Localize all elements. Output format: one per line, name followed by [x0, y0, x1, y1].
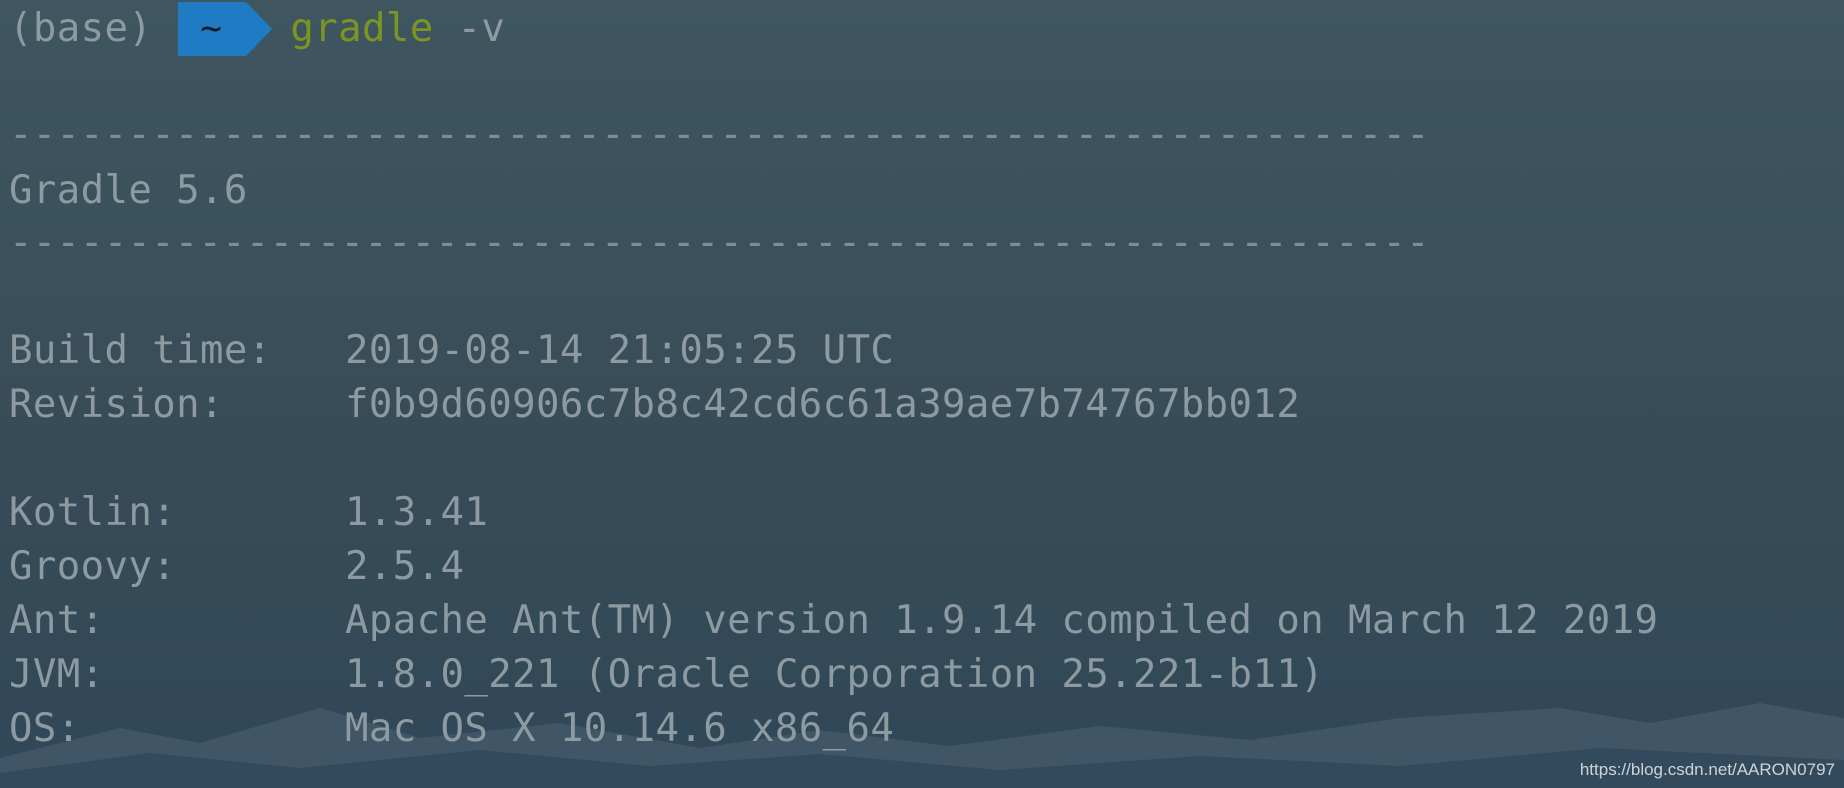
output-row-ant: Ant: Apache Ant(TM) version 1.9.14 compil… [9, 594, 1658, 648]
row-key: Build time: [9, 328, 272, 373]
row-value: Apache Ant(TM) version 1.9.14 compiled o… [345, 598, 1659, 643]
watermark-url: https://blog.csdn.net/AARON0797 [1579, 760, 1835, 779]
output-row-revision: Revision: f0b9d60906c7b8c42cd6c61a39ae7b7… [9, 378, 1300, 432]
row-value: 2019-08-14 21:05:25 UTC [345, 328, 895, 373]
row-key: Kotlin: [9, 490, 177, 535]
current-directory-segment: ~ [178, 2, 273, 56]
row-value: f0b9d60906c7b8c42cd6c61a39ae7b74767bb012 [345, 382, 1301, 427]
row-value: 1.8.0_221 (Oracle Corporation 25.221-b11… [345, 652, 1325, 697]
command-argument: -v [457, 6, 506, 51]
output-row-groovy: Groovy: 2.5.4 [9, 540, 464, 594]
command-name: gradle [290, 6, 434, 51]
row-key: Revision: [9, 382, 224, 427]
row-value: 2.5.4 [345, 544, 465, 589]
output-row-jvm: JVM: 1.8.0_221 (Oracle Corporation 25.221… [9, 648, 1324, 702]
row-value: Mac OS X 10.14.6 x86_64 [345, 706, 895, 751]
gradle-version-title: Gradle 5.6 [9, 168, 248, 213]
separator-rule: ----------------------------------------… [9, 112, 1430, 157]
conda-env-label: (base) [9, 6, 153, 51]
row-key: JVM: [9, 652, 105, 697]
row-key: Groovy: [9, 544, 177, 589]
row-value: 1.3.41 [345, 490, 489, 535]
output-row-os: OS: Mac OS X 10.14.6 x86_64 [9, 702, 894, 756]
separator-rule: ----------------------------------------… [9, 220, 1430, 265]
prompt-line: (base) ~ gradle -v [9, 2, 505, 56]
output-row-kotlin: Kotlin: 1.3.41 [9, 486, 488, 540]
row-key: Ant: [9, 598, 105, 643]
terminal-window[interactable]: (base) ~ gradle -v ---------------------… [9, 0, 1839, 788]
output-row-build-time: Build time: 2019-08-14 21:05:25 UTC [9, 324, 894, 378]
row-key: OS: [9, 706, 81, 751]
command-text: gradle -v [290, 2, 505, 56]
